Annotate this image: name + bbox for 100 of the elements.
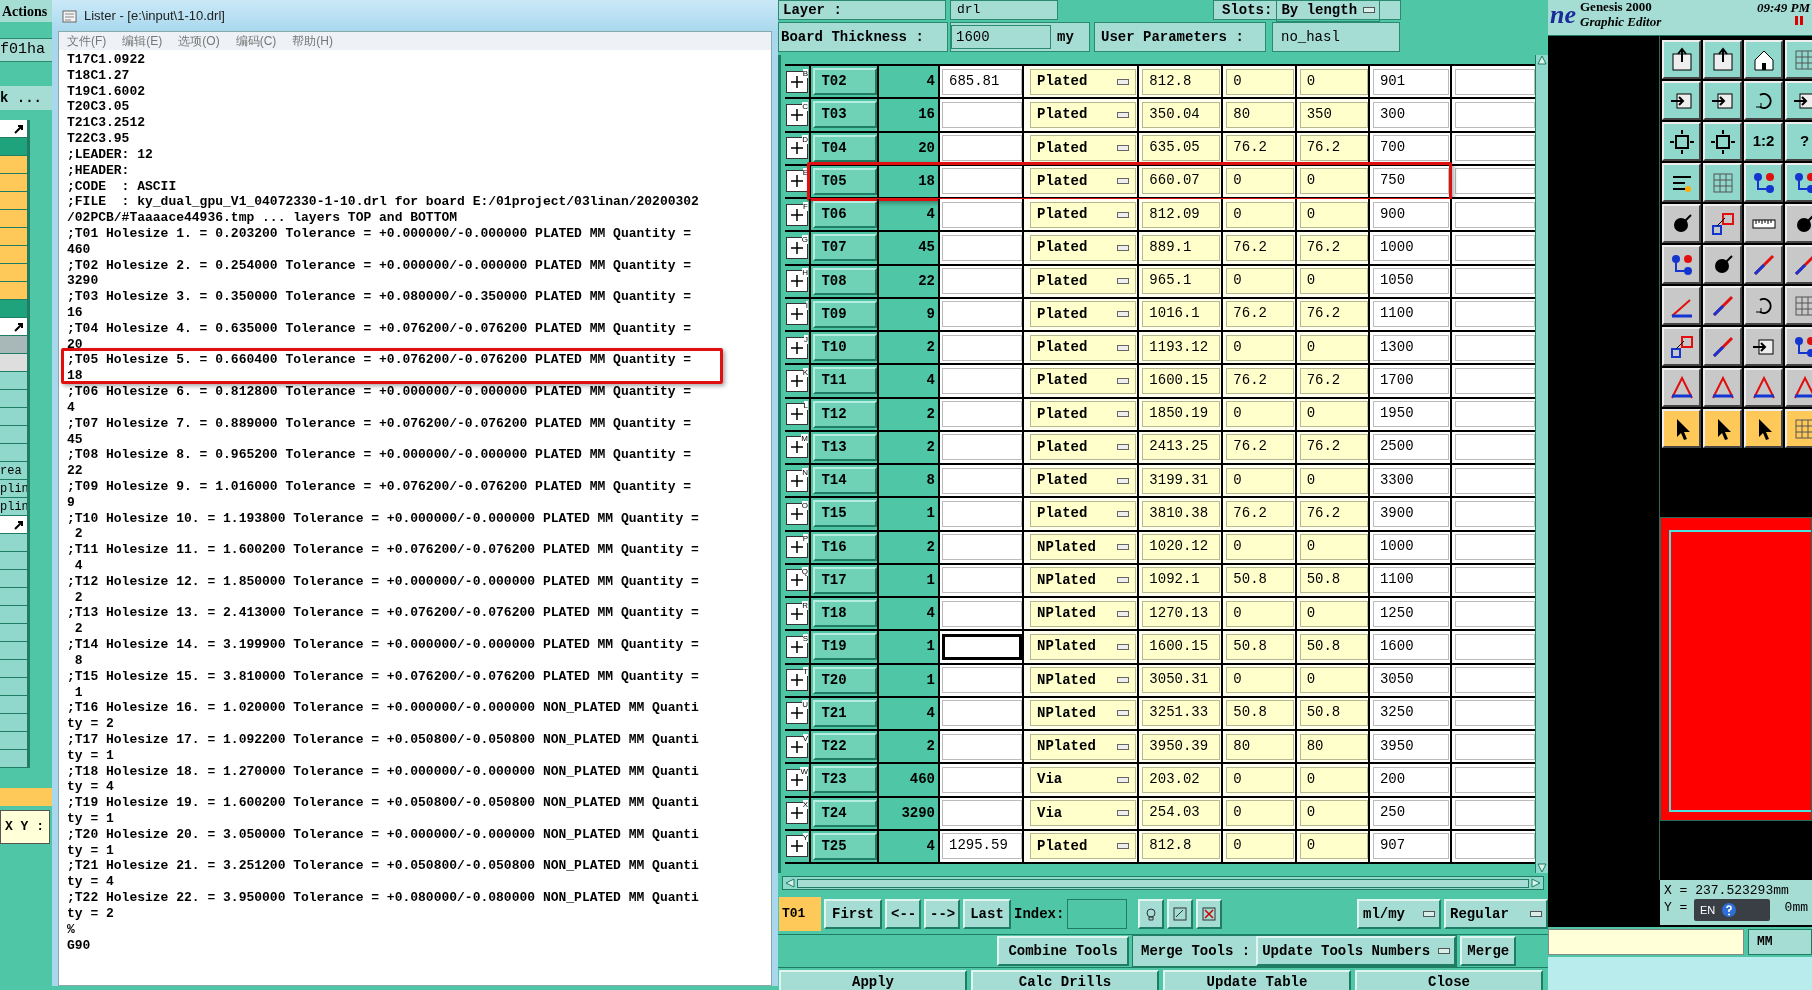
add-button[interactable]: B	[786, 70, 808, 93]
type-dropdown[interactable]: Plated	[1030, 168, 1136, 195]
add-button[interactable]: L	[786, 403, 808, 426]
add-button[interactable]: O	[786, 502, 808, 525]
input-field[interactable]: 50.8	[1226, 633, 1295, 660]
add-button[interactable]: Q	[786, 569, 808, 592]
type-dropdown[interactable]: Via	[1030, 766, 1136, 793]
tool-button[interactable]: T06	[813, 201, 878, 229]
input-field[interactable]: 0	[1299, 68, 1368, 95]
type-dropdown[interactable]: Plated	[1030, 135, 1136, 162]
language-bar[interactable]: EN	[1694, 899, 1770, 921]
input-field[interactable]: 3251.33	[1142, 700, 1221, 727]
tool-button[interactable]: T15	[813, 500, 878, 528]
add-button[interactable]: C	[786, 103, 808, 126]
add-button[interactable]: N	[786, 469, 808, 492]
add-button[interactable]: M	[786, 436, 808, 459]
input-field[interactable]: 0	[1226, 168, 1295, 195]
tool-button[interactable]: T07	[813, 234, 878, 262]
tool-button[interactable]: T16	[813, 533, 878, 561]
toolbar-button[interactable]: 1:2	[1744, 122, 1783, 161]
tool-button[interactable]: T13	[813, 433, 878, 461]
tool-button[interactable]: T05	[813, 167, 878, 195]
input-field[interactable]: 812.09	[1142, 201, 1221, 228]
input-field[interactable]: 300	[1372, 101, 1449, 128]
input-field[interactable]: 889.1	[1142, 234, 1221, 261]
input-field[interactable]: 350.04	[1142, 101, 1221, 128]
menu-item[interactable]: 选项(O)	[178, 32, 220, 50]
input-field[interactable]: 250	[1372, 800, 1449, 827]
input-field[interactable]: 965.1	[1142, 268, 1221, 295]
menu-item[interactable]: 编辑(E)	[122, 32, 163, 50]
add-button[interactable]: T	[786, 669, 808, 692]
input-field[interactable]: 2413.25	[1142, 434, 1221, 461]
input-field[interactable]: 1850.19	[1142, 401, 1221, 428]
input-field[interactable]: 1295.59	[942, 833, 1022, 860]
layer-field[interactable]: drl	[950, 0, 1058, 20]
tool-button[interactable]: T22	[813, 733, 878, 761]
input-field[interactable]: 901	[1372, 68, 1449, 95]
input-field[interactable]: 76.2	[1226, 434, 1295, 461]
tool-button[interactable]: T24	[813, 799, 878, 827]
input-field[interactable]: 80	[1226, 733, 1295, 760]
input-field[interactable]: 200	[1372, 766, 1449, 793]
input-field[interactable]: 0	[1226, 600, 1295, 627]
input-field[interactable]: 0	[1299, 168, 1368, 195]
parameters-field[interactable]: no_hasl	[1272, 22, 1400, 52]
input-field[interactable]: 1700	[1372, 367, 1449, 394]
input-field[interactable]: 0	[1226, 201, 1295, 228]
nav-button[interactable]: First	[824, 899, 882, 929]
add-button[interactable]: X	[786, 802, 808, 825]
action-button[interactable]: Calc Drills	[971, 970, 1159, 990]
input-field[interactable]: 1950	[1372, 401, 1449, 428]
tool-button[interactable]: T19	[813, 633, 878, 661]
input-field[interactable]: 0	[1299, 334, 1368, 361]
input-field[interactable]: 254.03	[1142, 800, 1221, 827]
input-field[interactable]: 1600.15	[1142, 633, 1221, 660]
input-field[interactable]: 0	[1226, 334, 1295, 361]
input-field[interactable]: 1092.1	[1142, 567, 1221, 594]
input-field[interactable]: 1193.12	[1142, 334, 1221, 361]
input-field[interactable]: 50.8	[1226, 567, 1295, 594]
input-field[interactable]: 635.05	[1142, 135, 1221, 162]
input-field[interactable]: 0	[1299, 800, 1368, 827]
strip-row[interactable]: k ...	[0, 86, 54, 110]
input-field[interactable]: 812.8	[1142, 68, 1221, 95]
type-dropdown[interactable]: Plated	[1030, 301, 1136, 328]
input-field[interactable]: 0	[1299, 833, 1368, 860]
add-button[interactable]: R	[786, 602, 808, 625]
input-field[interactable]: 76.2	[1299, 500, 1368, 527]
input-field[interactable]: 0	[1226, 833, 1295, 860]
input-field[interactable]: 76.2	[1299, 434, 1368, 461]
input-field[interactable]: 660.07	[1142, 168, 1221, 195]
type-dropdown[interactable]: NPlated	[1030, 667, 1136, 694]
input-field[interactable]: 812.8	[1142, 833, 1221, 860]
tool-button[interactable]: T18	[813, 600, 878, 628]
input-field[interactable]: 0	[1299, 268, 1368, 295]
input-field[interactable]: 0	[1299, 667, 1368, 694]
units-dropdown[interactable]: ml/my	[1357, 899, 1441, 929]
input-field[interactable]: 900	[1372, 201, 1449, 228]
type-dropdown[interactable]: Plated	[1030, 367, 1136, 394]
input-field[interactable]: 50.8	[1299, 633, 1368, 660]
input-field[interactable]: 0	[1299, 600, 1368, 627]
input-field[interactable]: 3300	[1372, 467, 1449, 494]
tool-button[interactable]: T23	[813, 766, 878, 794]
input-field[interactable]: 3950	[1372, 733, 1449, 760]
input-field[interactable]: 76.2	[1226, 301, 1295, 328]
input-field[interactable]: 3050	[1372, 667, 1449, 694]
tool-button[interactable]: T10	[813, 334, 878, 362]
toolbar-button[interactable]: ?	[1785, 122, 1812, 161]
type-dropdown[interactable]: NPlated	[1030, 633, 1136, 660]
input-field[interactable]: 1000	[1372, 534, 1449, 561]
combine-button[interactable]: Combine Tools	[997, 936, 1129, 966]
input-field[interactable]: 750	[1372, 168, 1449, 195]
input-field[interactable]: 1600	[1372, 633, 1449, 660]
input-field[interactable]: 80	[1299, 733, 1368, 760]
input-field[interactable]: 1250	[1372, 600, 1449, 627]
menu-item[interactable]: 文件(F)	[67, 32, 107, 50]
action-button[interactable]: Close	[1355, 970, 1543, 990]
input-field[interactable]: 1050	[1372, 268, 1449, 295]
input-field[interactable]: 0	[1226, 401, 1295, 428]
menu-item[interactable]: 帮助(H)	[292, 32, 333, 50]
input-field[interactable]: 1270.13	[1142, 600, 1221, 627]
input-field[interactable]: 1100	[1372, 301, 1449, 328]
